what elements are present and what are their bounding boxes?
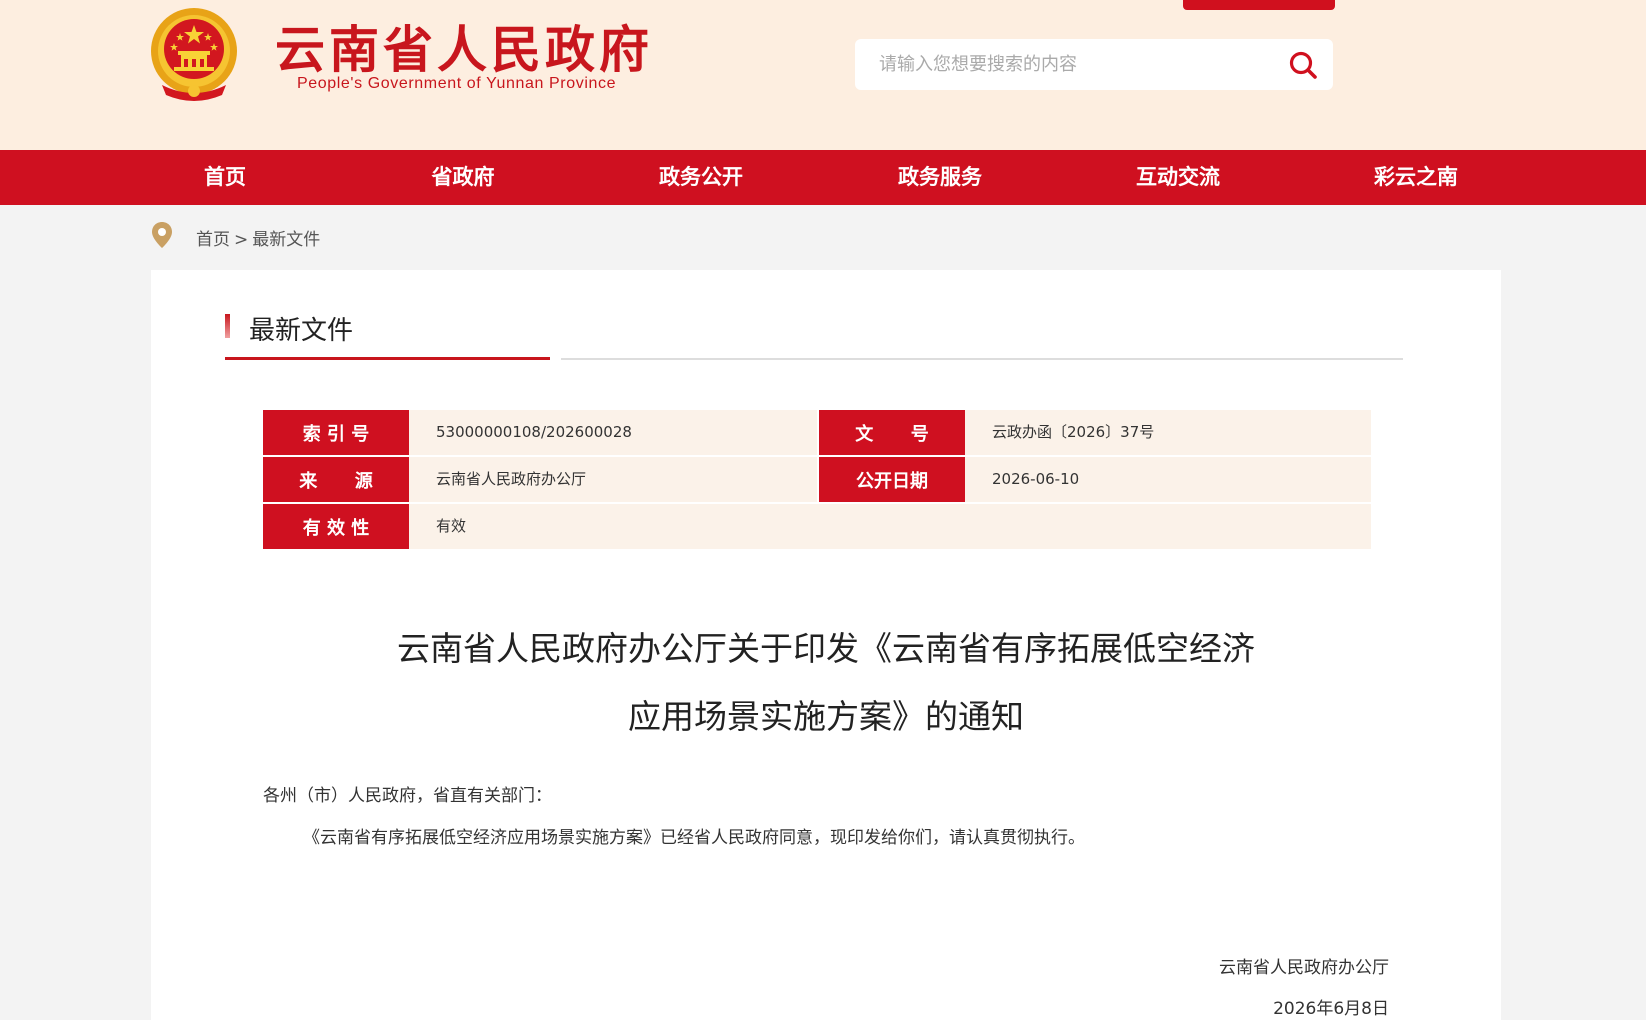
site-header: 云南省人民政府 People's Government of Yunnan Pr… <box>0 0 1646 150</box>
nav-item-government-services[interactable]: 政务服务 <box>865 150 1015 205</box>
section-underline <box>561 358 1403 360</box>
nav-item-government-affairs-openness[interactable]: 政务公开 <box>626 150 776 205</box>
meta-validity-label: 有 效 性 <box>263 504 409 549</box>
meta-source-value: 云南省人民政府办公厅 <box>436 470 587 488</box>
site-title[interactable]: 云南省人民政府 <box>275 20 653 80</box>
meta-row-source: 来 源 云南省人民政府办公厅 <box>263 457 817 502</box>
nav-item-provincial-government[interactable]: 省政府 <box>388 150 538 205</box>
meta-source-label: 来 源 <box>263 457 409 502</box>
breadcrumb-home-link[interactable]: 首页 <box>196 230 230 250</box>
document-signoff-date: 2026年6月8日 <box>1273 999 1389 1019</box>
search-input[interactable] <box>855 39 1275 90</box>
meta-index-value: 53000000108/202600028 <box>436 423 632 441</box>
meta-publish-date-value: 2026-06-10 <box>992 470 1080 488</box>
document-signoff-org: 云南省人民政府办公厅 <box>1219 958 1389 978</box>
meta-doc-no-label: 文 号 <box>819 410 965 455</box>
document-salutation: 各州（市）人民政府，省直有关部门： <box>263 786 552 806</box>
document-title: 云南省人民政府办公厅关于印发《云南省有序拓展低空经济 应用场景实施方案》的通知 <box>151 615 1501 751</box>
header-top-tab[interactable] <box>1183 0 1335 10</box>
meta-publish-date-label: 公开日期 <box>819 457 965 502</box>
document-body: 《云南省有序拓展低空经济应用场景实施方案》已经省人民政府同意，现印发给你们，请认… <box>303 828 1085 848</box>
meta-validity-value: 有效 <box>436 517 467 535</box>
national-emblem-icon[interactable] <box>148 5 240 101</box>
meta-row-index: 索 引 号 53000000108/202600028 <box>263 410 817 455</box>
section-title-marker <box>225 314 230 338</box>
main-nav: 首页 省政府 政务公开 政务服务 互动交流 彩云之南 <box>0 150 1646 205</box>
meta-row-validity: 有 效 性 有效 <box>263 504 1371 549</box>
section-underline-accent <box>225 357 550 360</box>
breadcrumb-current-link[interactable]: 最新文件 <box>252 230 320 250</box>
section-title: 最新文件 <box>249 316 354 346</box>
breadcrumb: 首页 > 最新文件 <box>196 225 320 250</box>
site-subtitle: People's Government of Yunnan Province <box>297 75 617 92</box>
search-box <box>855 39 1333 90</box>
nav-item-colorful-yunnan[interactable]: 彩云之南 <box>1341 150 1491 205</box>
breadcrumb-separator: > <box>234 230 249 250</box>
meta-row-publish-date: 公开日期 2026-06-10 <box>819 457 1371 502</box>
meta-doc-no-value: 云政办函〔2026〕37号 <box>992 423 1155 441</box>
location-pin-icon <box>152 222 172 248</box>
document-title-line-2: 应用场景实施方案》的通知 <box>628 697 1024 736</box>
nav-item-home[interactable]: 首页 <box>150 150 300 205</box>
meta-index-label: 索 引 号 <box>263 410 409 455</box>
article-content: 最新文件 索 引 号 53000000108/202600028 文 号 云政办… <box>151 270 1501 1020</box>
nav-item-interaction[interactable]: 互动交流 <box>1103 150 1253 205</box>
search-icon[interactable] <box>1287 49 1319 81</box>
document-title-line-1: 云南省人民政府办公厅关于印发《云南省有序拓展低空经济 <box>397 629 1255 668</box>
meta-row-doc-no: 文 号 云政办函〔2026〕37号 <box>819 410 1371 455</box>
